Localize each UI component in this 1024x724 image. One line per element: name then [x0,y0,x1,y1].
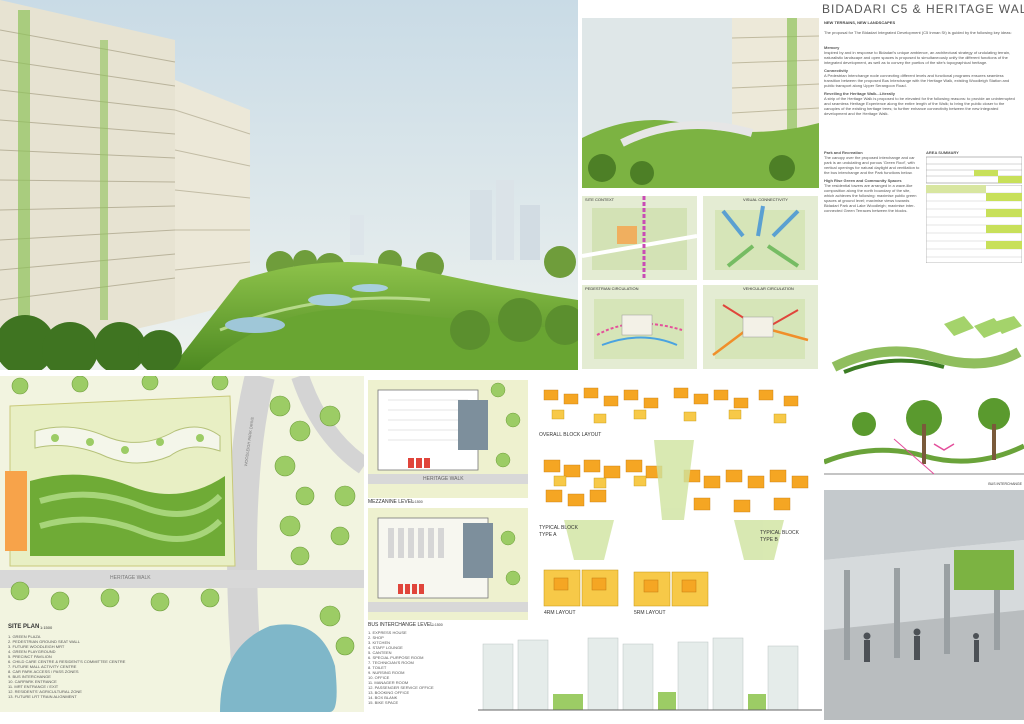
layout-4rm: 4RM LAYOUT [544,610,576,616]
plans-legend: 1. EXPRESS HOUSE 2. SHOP 3. KITCHEN 4. S… [368,630,468,705]
text-column-left: Park and Recreation The canopy over the … [824,150,920,213]
site-plan: SITE PLAN 1:1500 HERITAGE WALK WOODLEIGH… [0,376,364,712]
layout-5rm: 5RM LAYOUT [634,610,666,616]
mezzanine-label: MEZZANINE LEVEL [368,499,414,505]
bus-interchange-label: BUS INTERCHANGE LEVEL [368,622,434,628]
typical-a-line1: TYPICAL BLOCK [539,525,578,531]
diagram-pedestrian-circulation: PEDESTRIAN CIRCULATION [582,285,697,369]
site-plan-scale: 1:1500 [40,625,53,630]
site-plan-title: SITE PLAN [8,624,40,630]
section-body: A Pedestrian Interchange node connecting… [824,73,1010,88]
bus-interchange-scale: 1:1500 [432,623,443,627]
overall-block-layout-label: OVERALL BLOCK LAYOUT [539,432,602,438]
vehicle-circulation-label: VEHICULAR CIRCULATION [743,286,794,291]
visual-connectivity-label: VISUAL CONNECTIVITY [743,197,788,202]
legend-item: 15. BIKE SPACE [368,700,399,705]
diagram-vehicle-circulation: VEHICULAR CIRCULATION [703,285,818,369]
typical-b-line1: TYPICAL BLOCK [760,530,799,536]
legend-item: 13. FUTURE LRT TRAIN ALIGNMENT [8,694,77,699]
section-diagram: BUS INTERCHANGE [824,384,1024,488]
site-legend: 1. GREEN PLAZA 2. PEDESTRIAN GROUND SEAT… [8,634,208,699]
diagram-site-context: SITE CONTEXT [582,196,697,280]
area-summary: AREA SUMMARY [926,150,1022,263]
bus-interchange-section-label: BUS INTERCHANGE [988,482,1022,486]
diagram-visual-connectivity: VISUAL CONNECTIVITY [703,196,818,280]
section-body: The residential towers are arranged in a… [824,183,917,213]
intro-text: The proposal for The Bidadari Integrated… [824,30,1012,35]
green-roof-diagram [824,312,1024,382]
section-body: The canopy over the proposed interchange… [824,155,920,175]
bus-interchange-plan [368,508,528,620]
section-body: Inspired by and in response to Bidadari'… [824,50,1011,65]
walk-label: HERITAGE WALK [110,575,151,581]
hero-render [0,0,578,370]
section-list: Memory Inspired by and in response to Bi… [824,42,1020,116]
mezzanine-scale: 1:1500 [412,500,423,504]
elevation [478,634,822,718]
block-layouts: OVERALL BLOCK LAYOUT TYPICAL BLOCK TYPE … [534,380,820,632]
section-body: A strip of the Heritage Walk is proposed… [824,96,1015,116]
text-columns: Park and Recreation The canopy over the … [822,150,1024,310]
typical-a-line2: TYPE A [539,532,557,538]
page-title: BIDADARI C5 & HERITAGE WALK [822,2,1024,16]
pedestrian-circulation-label: PEDESTRIAN CIRCULATION [585,286,639,291]
heritage-walk-label: HERITAGE WALK [423,476,464,482]
page-subtitle: NEW TERRAINS, NEW LANDSCAPES [824,20,896,25]
typical-b-line2: TYPE B [760,537,778,543]
mezzanine-plan: HERITAGE WALK [368,380,528,498]
interchange-render [582,18,819,188]
interior-render [824,490,1024,720]
site-context-label: SITE CONTEXT [585,197,615,202]
